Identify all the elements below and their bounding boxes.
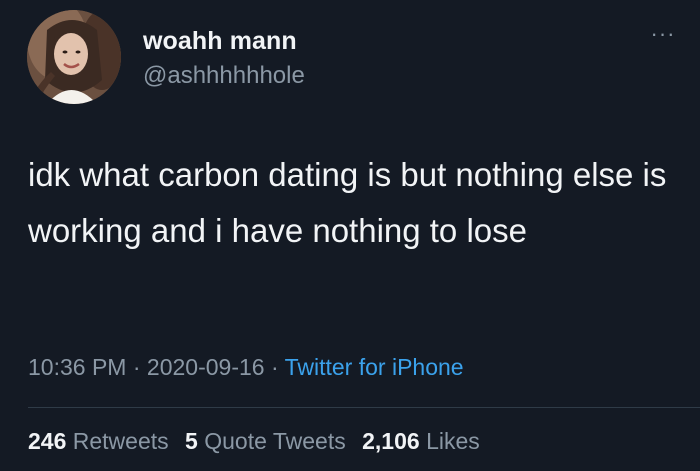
separator: · xyxy=(132,354,141,380)
retweets-stat[interactable]: 246 Retweets xyxy=(28,428,169,454)
user-handle[interactable]: @ashhhhhhole xyxy=(143,62,305,90)
tweet-meta: 10:36 PM · 2020-09-16 · Twitter for iPho… xyxy=(28,354,464,381)
tweet-time[interactable]: 10:36 PM xyxy=(28,354,126,380)
profile-photo-icon xyxy=(27,10,121,104)
quote-tweets-count: 5 xyxy=(185,428,198,454)
likes-label: Likes xyxy=(426,428,480,454)
tweet-source-link[interactable]: Twitter for iPhone xyxy=(285,354,464,380)
quote-tweets-label: Quote Tweets xyxy=(204,428,346,454)
likes-count: 2,106 xyxy=(362,428,420,454)
quote-tweets-stat[interactable]: 5 Quote Tweets xyxy=(185,428,346,454)
tweet-date[interactable]: 2020-09-16 xyxy=(147,354,265,380)
divider xyxy=(28,407,700,408)
avatar[interactable] xyxy=(27,10,121,104)
tweet-stats: 246 Retweets 5 Quote Tweets 2,106 Likes xyxy=(28,428,490,455)
display-name[interactable]: woahh mann xyxy=(143,27,297,56)
tweet-text: idk what carbon dating is but nothing el… xyxy=(28,156,667,249)
more-options-icon[interactable]: ··· xyxy=(643,22,683,46)
likes-stat[interactable]: 2,106 Likes xyxy=(362,428,480,454)
tweet-card: woahh mann @ashhhhhhole ··· idk what car… xyxy=(0,0,700,471)
retweets-count: 246 xyxy=(28,428,67,454)
retweets-label: Retweets xyxy=(72,428,169,454)
separator: · xyxy=(270,354,279,380)
